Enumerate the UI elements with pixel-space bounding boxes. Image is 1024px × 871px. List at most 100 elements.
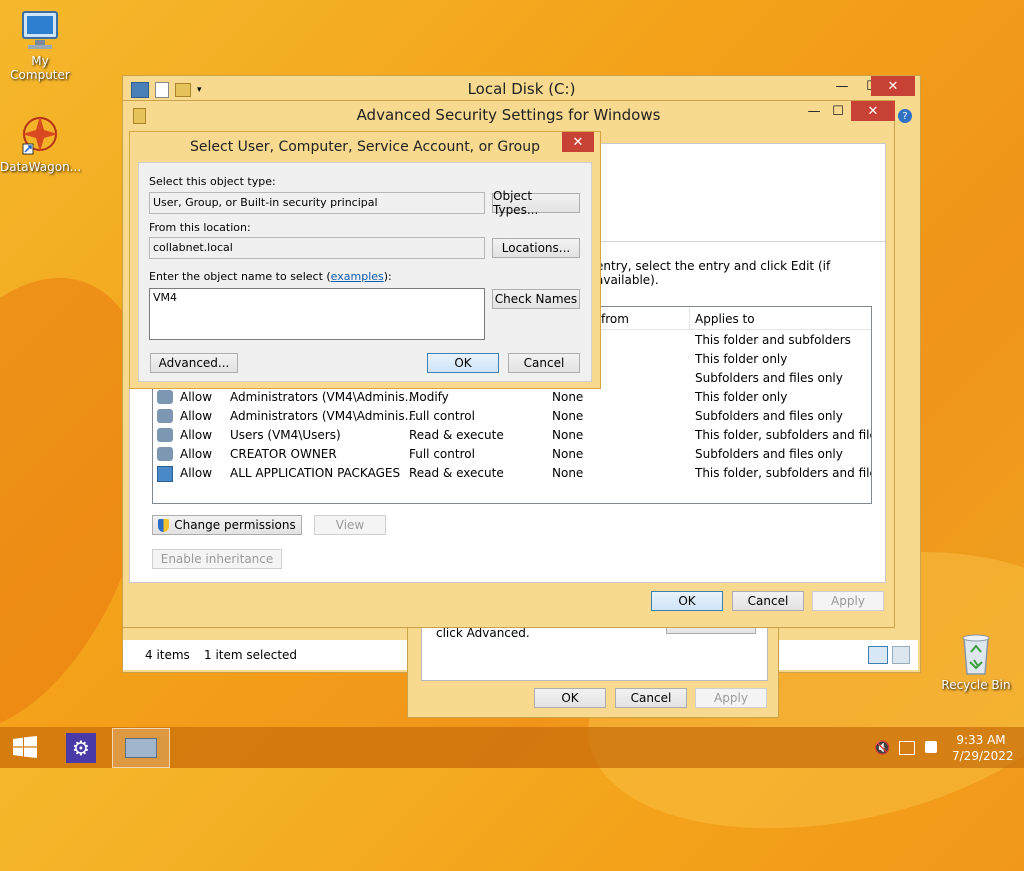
location-field: collabnet.local [149,237,485,259]
explorer-close-button[interactable]: ✕ [871,76,915,96]
location-label: From this location: [149,221,251,234]
select-advanced-button[interactable]: Advanced... [150,353,238,373]
advanced-maximize-button[interactable]: ☐ [823,101,853,121]
select-user-titlebar: Select User, Computer, Service Account, … [130,132,600,162]
clock-time: 9:33 AM [956,733,1006,747]
table-row[interactable]: Allow Administrators (VM4\Adminis... Mod… [153,388,871,407]
quick-access-toolbar: ▾ [131,82,202,98]
column-header-applies-to[interactable]: Applies to [695,312,755,326]
details-view-icon[interactable] [868,646,888,664]
explorer-title: Local Disk (C:) [467,80,576,98]
uac-shield-icon [158,518,170,532]
view-button[interactable]: View [314,515,386,535]
explorer-titlebar: Local Disk (C:) [123,76,920,102]
principal-cell: Administrators (VM4\Adminis... [230,390,417,404]
taskbar: ⚙ 🔇 9:33 AM 7/29/2022 [0,727,1024,768]
applies-to-cell: Subfolders and files only [695,371,843,385]
large-icons-view-icon[interactable] [892,646,910,664]
advanced-apply-button[interactable]: Apply [812,591,884,611]
change-permissions-button[interactable]: Change permissions [152,515,302,535]
properties-text: click Advanced. [436,626,530,640]
object-name-label-prefix: Enter the object name to select ( [149,270,331,283]
object-name-value: VM4 [153,291,178,304]
object-name-input[interactable]: VM4 [149,288,485,340]
properties-apply-button[interactable]: Apply [695,688,767,708]
inherited-cell: None [552,466,584,480]
users-group-icon [157,390,173,404]
select-user-close-button[interactable]: ✕ [562,132,594,152]
principal-cell: ALL APPLICATION PACKAGES [230,466,401,480]
inherited-cell: None [552,447,584,461]
status-selected: 1 item selected [204,648,298,662]
table-row[interactable]: Allow CREATOR OWNER Full control None Su… [153,445,871,464]
network-icon[interactable] [899,741,915,755]
applies-to-cell: This folder, subfolders and files [695,466,872,480]
principal-cell: Users (VM4\Users) [230,428,341,442]
object-type-label: Select this object type: [149,175,276,188]
applies-to-cell: Subfolders and files only [695,447,843,461]
locations-button[interactable]: Locations... [492,238,580,258]
taskbar-explorer[interactable] [112,728,170,768]
explorer-minimize-button[interactable]: — [827,76,857,96]
inherited-cell: None [552,428,584,442]
users-group-icon [157,447,173,461]
new-folder-icon[interactable] [175,83,191,97]
users-group-icon [157,409,173,423]
properties-cancel-button[interactable]: Cancel [615,688,687,708]
chevron-down-icon[interactable]: ▾ [197,85,202,95]
inherited-cell: None [552,390,584,404]
inherited-cell: None [552,409,584,423]
advanced-title: Advanced Security Settings for Windows [356,106,661,124]
enable-inheritance-button[interactable]: Enable inheritance [152,549,282,569]
explorer-help-icon[interactable]: ? [898,109,912,123]
datawagon-icon [17,112,63,158]
advanced-close-button[interactable]: ✕ [851,101,895,121]
advanced-cancel-button[interactable]: Cancel [732,591,804,611]
select-user-title: Select User, Computer, Service Account, … [190,139,540,155]
access-cell: Full control [409,409,475,423]
windows-logo-icon [13,736,37,758]
taskbar-control-panel[interactable]: ⚙ [58,729,104,766]
desktop-icon-my-computer[interactable]: My Computer [0,10,80,82]
drive-icon [125,738,157,758]
type-cell: Allow [180,466,213,480]
access-cell: Modify [409,390,449,404]
type-cell: Allow [180,409,213,423]
select-ok-button[interactable]: OK [427,353,499,373]
applies-to-cell: This folder only [695,352,788,366]
desktop-icon-label: Recycle Bin [941,678,1011,692]
clock-date: 7/29/2022 [952,749,1014,763]
desktop-icon-recycle-bin[interactable]: Recycle Bin [936,630,1016,692]
desktop-icon-label: My Computer [10,54,70,82]
advanced-titlebar: Advanced Security Settings for Windows [123,101,894,129]
table-row[interactable]: Allow Administrators (VM4\Adminis... Ful… [153,407,871,426]
object-types-button[interactable]: Object Types... [492,189,580,217]
clock[interactable]: 9:33 AM 7/29/2022 [952,732,1014,764]
type-cell: Allow [180,428,213,442]
examples-link[interactable]: examples [331,270,384,283]
table-row[interactable]: Allow Users (VM4\Users) Read & execute N… [153,426,871,445]
properties-icon[interactable] [155,82,169,98]
applies-to-cell: Subfolders and files only [695,409,843,423]
object-name-label-suffix: ): [383,270,392,283]
desktop-icon-datawagon[interactable]: DataWagon... [0,112,81,174]
applies-to-cell: This folder, subfolders and files [695,428,872,442]
column-header-inherited-from[interactable]: from [601,312,629,326]
check-names-button[interactable]: Check Names [492,289,580,309]
select-user-dialog: Select User, Computer, Service Account, … [129,131,601,389]
column-divider [689,307,690,329]
volume-muted-icon[interactable]: 🔇 [874,741,890,756]
object-name-label: Enter the object name to select (example… [149,270,392,283]
properties-ok-button[interactable]: OK [534,688,606,708]
applies-to-cell: This folder and subfolders [695,333,851,347]
recycle-bin-icon [956,630,996,676]
advanced-instruction: entry, select the entry and click Edit (… [596,259,831,287]
object-type-field: User, Group, or Built-in security princi… [149,192,485,214]
table-row[interactable]: Allow ALL APPLICATION PACKAGES Read & ex… [153,464,871,483]
action-center-icon[interactable] [925,741,937,753]
select-cancel-button[interactable]: Cancel [508,353,580,373]
drive-icon[interactable] [131,82,149,98]
start-button[interactable] [8,733,42,761]
change-permissions-label: Change permissions [174,518,296,532]
advanced-ok-button[interactable]: OK [651,591,723,611]
